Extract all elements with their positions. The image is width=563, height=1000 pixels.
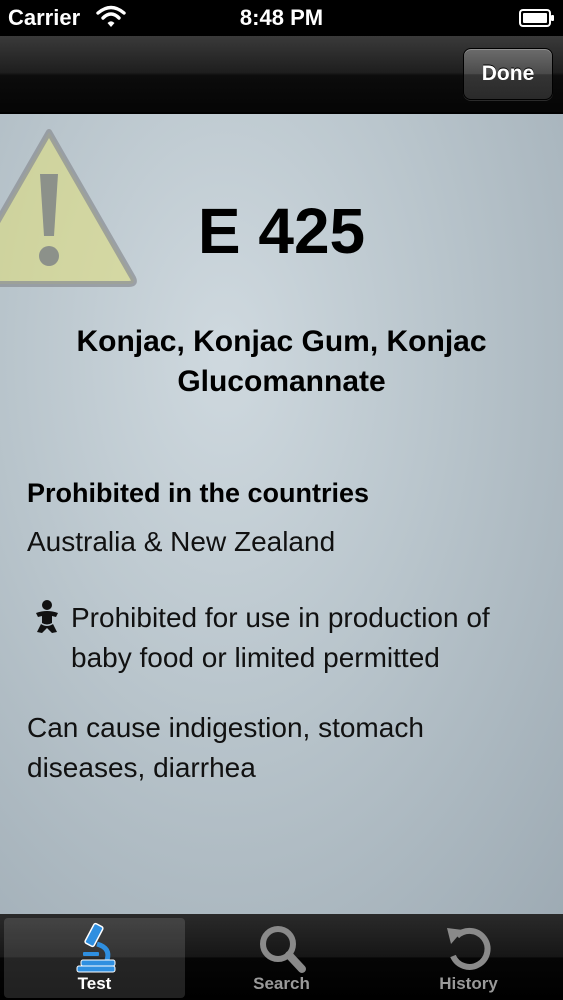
additive-name: Konjac, Konjac Gum, Konjac Glucomannate	[76, 325, 487, 398]
tab-history[interactable]: History	[378, 918, 559, 998]
prohibited-countries: Australia & New Zealand	[27, 526, 336, 557]
battery-icon	[519, 9, 554, 27]
status-bar: Carrier 8:48 PM	[0, 0, 563, 36]
health-effects: Can cause indigestion, stomach diseases,…	[27, 712, 424, 783]
additive-code: E 425	[197, 195, 366, 267]
tab-history-label: History	[439, 974, 498, 993]
tab-test[interactable]: Test	[4, 918, 185, 998]
additive-detail: E 425 Konjac, Konjac Gum, Konjac Glucoma…	[0, 114, 563, 914]
magnifier-icon	[259, 926, 306, 973]
navigation-bar: Done	[0, 36, 563, 114]
history-arrow-icon	[446, 927, 491, 970]
tab-search-label: Search	[253, 974, 310, 993]
done-button[interactable]: Done	[463, 48, 553, 100]
tab-test-label: Test	[77, 974, 112, 993]
tab-search[interactable]: Search	[191, 918, 372, 998]
tab-bar: Test Search History	[0, 914, 563, 1000]
baby-icon	[36, 600, 58, 633]
status-time: 8:48 PM	[239, 5, 324, 30]
microscope-icon	[76, 922, 115, 973]
baby-food-note: Prohibited for use in production of baby…	[71, 602, 490, 673]
prohibited-heading: Prohibited in the countries	[27, 478, 370, 508]
